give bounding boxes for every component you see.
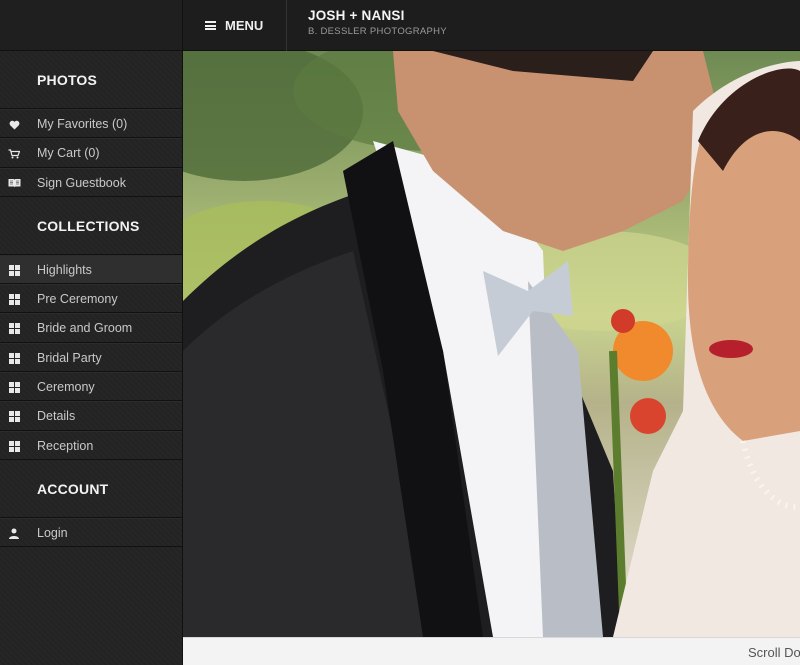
grid-icon <box>6 314 22 343</box>
grid-icon <box>6 285 22 314</box>
user-icon <box>6 519 22 548</box>
grid-icon <box>6 432 22 461</box>
gallery-title-block: JOSH + NANSI B. DESSLER PHOTOGRAPHY <box>308 8 447 37</box>
scroll-bar-footer: Scroll Do <box>183 637 800 665</box>
sidebar-item-label: Sign Guestbook <box>37 175 126 190</box>
book-icon <box>6 169 22 198</box>
sidebar: PHOTOS My Favorites (0) My Cart (0) Sign… <box>0 0 183 665</box>
hero-photo[interactable] <box>183 51 800 637</box>
sidebar-item-label: Bride and Groom <box>37 321 133 336</box>
hamburger-icon <box>205 21 216 30</box>
sidebar-item-ceremony[interactable]: Ceremony <box>0 372 182 402</box>
wedding-couple-photo <box>183 51 800 637</box>
sidebar-item-label: My Cart (0) <box>37 146 100 161</box>
sidebar-item-login[interactable]: Login <box>0 517 182 548</box>
sidebar-item-label: My Favorites (0) <box>37 117 128 131</box>
sidebar-item-cart[interactable]: My Cart (0) <box>0 138 182 168</box>
sidebar-top-spacer <box>0 0 182 51</box>
grid-icon <box>6 344 22 373</box>
cart-icon <box>6 139 22 168</box>
heart-icon <box>6 110 22 139</box>
menu-label: MENU <box>225 18 264 33</box>
sidebar-item-highlights[interactable]: Highlights <box>0 254 182 285</box>
gallery-title: JOSH + NANSI <box>308 8 405 23</box>
grid-icon <box>6 373 22 402</box>
sidebar-item-details[interactable]: Details <box>0 401 182 431</box>
menu-button[interactable]: MENU <box>183 0 287 51</box>
scroll-down-hint[interactable]: Scroll Do <box>748 645 800 660</box>
sidebar-item-label: Details <box>37 409 76 424</box>
photographer-name: B. DESSLER PHOTOGRAPHY <box>308 26 447 37</box>
top-header: MENU JOSH + NANSI B. DESSLER PHOTOGRAPHY <box>183 0 800 51</box>
collections-section-title: COLLECTIONS <box>0 197 182 255</box>
sidebar-item-bride-and-groom[interactable]: Bride and Groom <box>0 313 182 343</box>
sidebar-item-guestbook[interactable]: Sign Guestbook <box>0 167 182 198</box>
sidebar-item-label: Ceremony <box>37 380 95 395</box>
photos-section-title: PHOTOS <box>0 51 182 109</box>
grid-icon <box>6 402 22 431</box>
grid-icon <box>6 256 22 285</box>
sidebar-item-bridal-party[interactable]: Bridal Party <box>0 342 182 373</box>
account-section-title: ACCOUNT <box>0 460 182 518</box>
sidebar-item-label: Bridal Party <box>37 350 102 365</box>
sidebar-item-label: Highlights <box>37 262 92 277</box>
sidebar-item-reception[interactable]: Reception <box>0 430 182 461</box>
sidebar-item-favorites[interactable]: My Favorites (0) <box>0 109 182 139</box>
sidebar-item-pre-ceremony[interactable]: Pre Ceremony <box>0 284 182 314</box>
sidebar-item-label: Reception <box>37 438 94 453</box>
sidebar-item-label: Login <box>37 525 68 540</box>
sidebar-item-label: Pre Ceremony <box>37 292 118 307</box>
